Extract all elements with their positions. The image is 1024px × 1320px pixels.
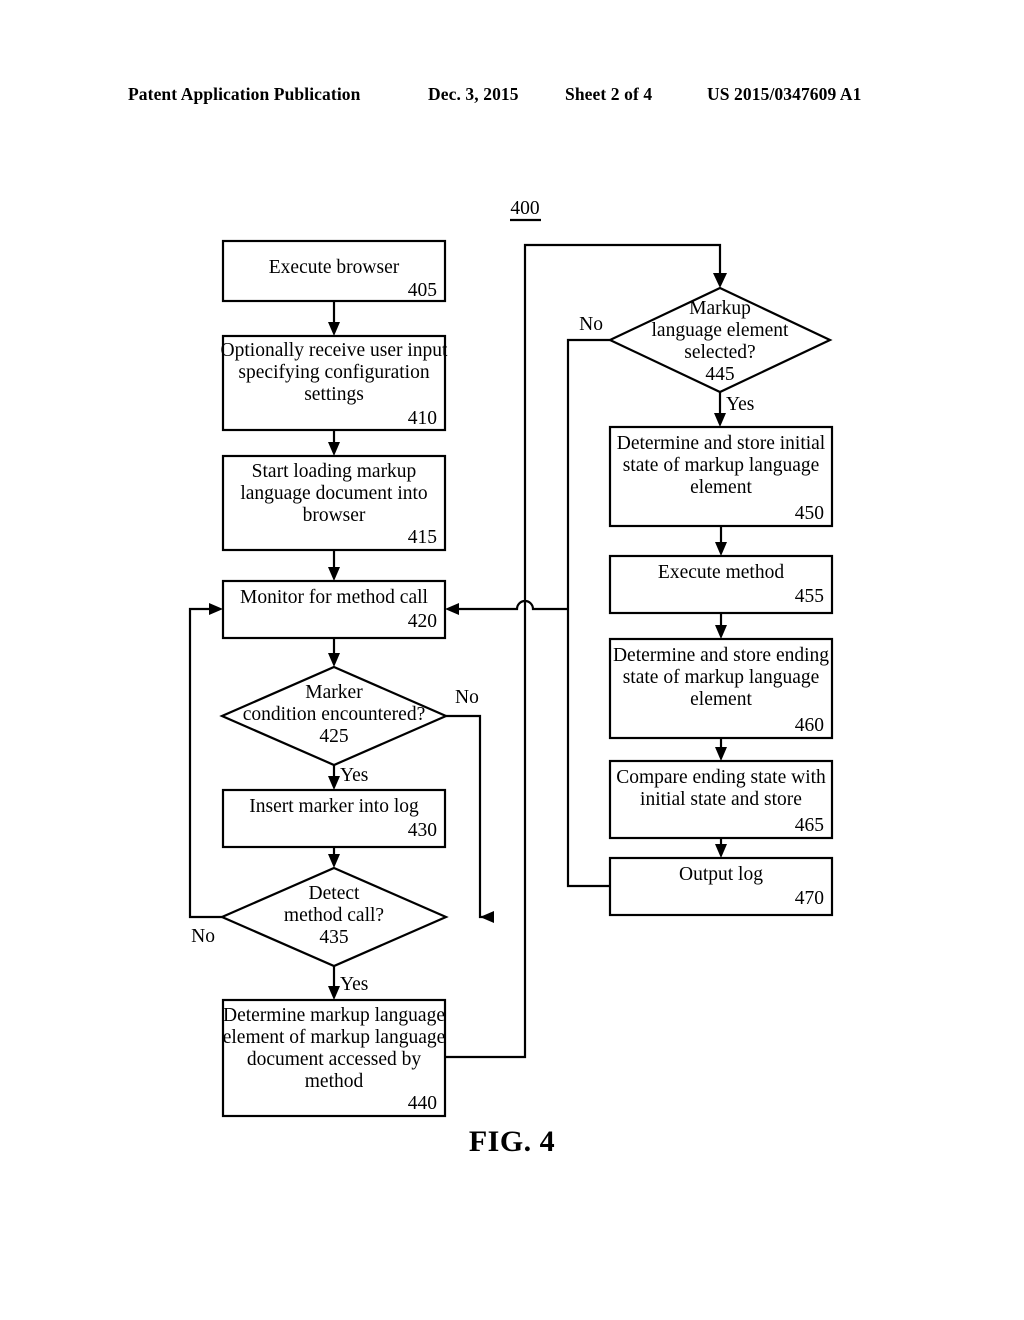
node-440-line-0: Determine markup language bbox=[223, 1005, 445, 1026]
node-410-ref: 410 bbox=[408, 408, 437, 429]
connector-460-to-465 bbox=[715, 738, 727, 761]
branch-label-445-yes: Yes bbox=[726, 394, 754, 415]
node-465-line-1: initial state and store bbox=[640, 789, 802, 810]
branch-label-425-yes: Yes bbox=[340, 765, 368, 786]
node-460-line-1: state of markup language bbox=[623, 667, 820, 688]
node-450-store-initial-state: Determine and store initial state of mar… bbox=[608, 425, 834, 528]
node-405-line-0: Execute browser bbox=[269, 257, 400, 278]
diagram-ref-label: 400 bbox=[510, 198, 539, 219]
connector-445-no-to-470: No bbox=[566, 314, 610, 888]
node-445-markup-element-selected: Markup language element selected? 445 bbox=[607, 286, 833, 394]
node-430-insert-marker-into-log: Insert marker into log 430 bbox=[221, 788, 447, 849]
node-415-ref: 415 bbox=[408, 527, 437, 548]
connector-415-to-420 bbox=[328, 550, 340, 581]
node-450-line-0: Determine and store initial bbox=[617, 433, 826, 454]
figure-caption: FIG. 4 bbox=[468, 1125, 556, 1158]
node-450-line-2: element bbox=[690, 477, 752, 498]
node-410-line-2: settings bbox=[304, 384, 364, 405]
node-455-ref: 455 bbox=[795, 586, 824, 607]
node-410-receive-user-input: Optionally receive user input specifying… bbox=[221, 334, 448, 432]
node-450-ref: 450 bbox=[795, 503, 824, 524]
branch-label-435-yes: Yes bbox=[340, 974, 368, 995]
connector-445-yes-to-450: Yes bbox=[714, 392, 754, 427]
node-435-detect-method-call: Detect method call? 435 bbox=[219, 866, 449, 968]
node-455-line-0: Execute method bbox=[658, 562, 784, 583]
node-460-store-ending-state: Determine and store ending state of mark… bbox=[608, 637, 834, 740]
node-440-line-3: method bbox=[305, 1071, 364, 1092]
node-440-determine-markup-element: Determine markup language element of mar… bbox=[221, 998, 447, 1118]
node-465-ref: 465 bbox=[795, 815, 824, 836]
node-440-line-1: element of markup language bbox=[223, 1027, 446, 1048]
node-435-line-0: Detect bbox=[309, 883, 360, 904]
node-445-ref: 445 bbox=[705, 364, 734, 385]
node-465-line-0: Compare ending state with bbox=[616, 767, 826, 788]
connector-rail-to-420 bbox=[445, 599, 568, 615]
connector-410-to-415 bbox=[328, 430, 340, 456]
flowchart-figure-400: 400 Execute browser 405 Optionally recei… bbox=[188, 198, 834, 1118]
connector-405-to-410 bbox=[328, 301, 340, 336]
node-425-line-1: condition encountered? bbox=[243, 704, 425, 725]
node-415-line-2: browser bbox=[303, 505, 366, 526]
connector-420-to-425 bbox=[328, 638, 340, 667]
node-425-ref: 425 bbox=[319, 726, 348, 747]
node-420-monitor-for-method-call: Monitor for method call 420 bbox=[221, 579, 447, 640]
node-405-execute-browser: Execute browser 405 bbox=[221, 239, 447, 303]
node-435-ref: 435 bbox=[319, 927, 348, 948]
node-415-line-1: language document into bbox=[240, 483, 427, 504]
node-410-line-1: specifying configuration bbox=[238, 362, 429, 383]
connector-450-to-455 bbox=[715, 526, 727, 556]
node-435-line-1: method call? bbox=[284, 905, 384, 926]
node-445-line-2: selected? bbox=[684, 342, 755, 363]
branch-label-425-no: No bbox=[455, 687, 479, 708]
node-460-ref: 460 bbox=[795, 715, 824, 736]
connector-435-no-to-420: No bbox=[188, 603, 223, 947]
branch-label-435-no: No bbox=[191, 926, 215, 947]
node-455-execute-method: Execute method 455 bbox=[608, 554, 834, 615]
diagram-ref-400: 400 bbox=[510, 198, 541, 222]
node-445-line-0: Markup bbox=[689, 298, 751, 319]
node-440-line-2: document accessed by bbox=[247, 1049, 422, 1070]
node-405-ref: 405 bbox=[408, 280, 437, 301]
connector-425-no-to-435: No bbox=[446, 687, 494, 923]
connector-465-to-470 bbox=[715, 838, 727, 858]
node-440-ref: 440 bbox=[408, 1093, 437, 1114]
node-445-line-1: language element bbox=[652, 320, 790, 341]
connector-435-yes-to-440: Yes bbox=[328, 966, 368, 1000]
connector-430-to-435 bbox=[328, 847, 340, 868]
node-430-ref: 430 bbox=[408, 820, 437, 841]
branch-label-445-no: No bbox=[579, 314, 603, 335]
node-425-line-0: Marker bbox=[305, 682, 363, 703]
connector-455-to-460 bbox=[715, 613, 727, 639]
node-410-line-0: Optionally receive user input bbox=[221, 340, 448, 361]
node-460-line-2: element bbox=[690, 689, 752, 710]
node-415-start-loading-document: Start loading markup language document i… bbox=[221, 454, 447, 552]
node-470-ref: 470 bbox=[795, 888, 824, 909]
connector-425-yes-to-430: Yes bbox=[328, 765, 368, 790]
node-415-line-0: Start loading markup bbox=[252, 461, 417, 482]
node-465-compare-states: Compare ending state with initial state … bbox=[608, 759, 834, 840]
node-425-marker-condition-encountered: Marker condition encountered? 425 bbox=[219, 665, 449, 767]
node-430-line-0: Insert marker into log bbox=[249, 796, 419, 817]
node-420-line-0: Monitor for method call bbox=[240, 587, 428, 608]
node-420-ref: 420 bbox=[408, 611, 437, 632]
node-460-line-0: Determine and store ending bbox=[613, 645, 829, 666]
node-470-output-log: Output log 470 bbox=[608, 856, 834, 917]
node-450-line-1: state of markup language bbox=[623, 455, 820, 476]
node-470-line-0: Output log bbox=[679, 864, 763, 885]
